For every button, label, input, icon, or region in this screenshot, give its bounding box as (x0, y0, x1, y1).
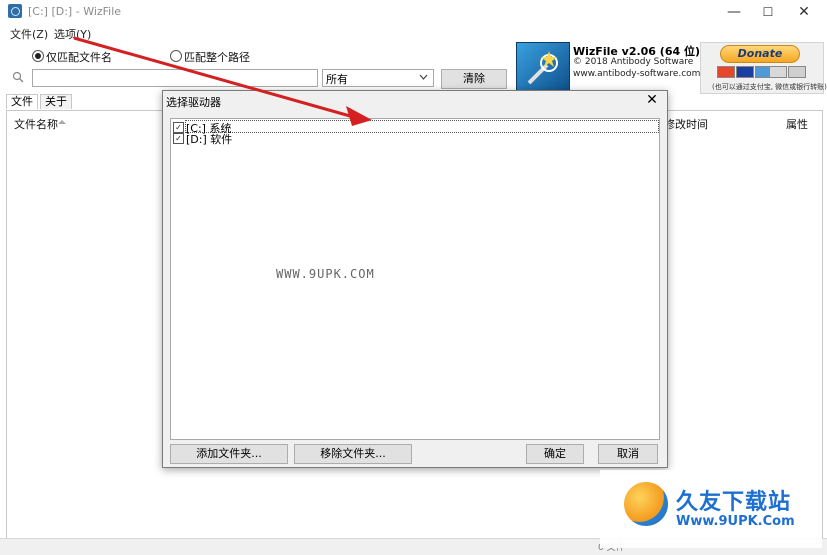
site-logo-url: Www.9UPK.Com (676, 514, 795, 529)
tab-files[interactable]: 文件 (6, 94, 38, 109)
visa-icon (736, 66, 754, 78)
ok-button[interactable]: 确定 (526, 444, 584, 464)
column-header-name[interactable]: 文件名称 (14, 116, 58, 132)
filter-select[interactable]: 所有 (322, 69, 434, 87)
filter-select-value: 所有 (326, 73, 348, 86)
column-header-attributes[interactable]: 属性 (786, 116, 808, 132)
donate-note: (也可以通过支付宝, 微信或银行转账) (712, 83, 827, 91)
remove-folder-button[interactable]: 移除文件夹... (294, 444, 412, 464)
clear-button[interactable]: 清除 (441, 69, 507, 89)
mastercard-icon (717, 66, 735, 78)
match-path-label: 匹配整个路径 (184, 51, 250, 64)
site-logo-text: 久友下载站 (676, 490, 792, 515)
add-folder-button[interactable]: 添加文件夹... (170, 444, 288, 464)
menu-bar (0, 24, 827, 42)
drive-c-checkbox[interactable]: ✓ (173, 122, 184, 133)
match-path-radio[interactable] (170, 50, 182, 62)
website-link[interactable]: www.antibody-software.com (573, 69, 700, 79)
search-icon (12, 71, 24, 83)
window-title: [C:] [D:] - WizFile (28, 5, 122, 18)
menu-file[interactable]: 文件(Z) (10, 26, 48, 42)
title-bar (0, 0, 827, 24)
wizfile-logo-icon (516, 42, 570, 94)
drive-d-checkbox[interactable]: ✓ (173, 133, 184, 144)
maximize-button[interactable]: ☐ (748, 0, 788, 24)
bank-icon (788, 66, 806, 78)
drive-c-focus (185, 120, 659, 133)
chevron-down-icon (419, 74, 428, 80)
sort-asc-icon (58, 120, 66, 124)
cancel-button[interactable]: 取消 (598, 444, 658, 464)
tab-about[interactable]: 关于 (40, 94, 72, 109)
match-filename-label: 仅匹配文件名 (46, 51, 112, 64)
app-icon (8, 4, 22, 18)
column-header-modified[interactable]: 修改时间 (664, 116, 708, 132)
tab-strip: 文件 关于 (6, 94, 166, 110)
drive-list[interactable] (170, 118, 660, 440)
match-filename-radio[interactable] (32, 50, 44, 62)
menu-options[interactable]: 选项(Y) (54, 26, 91, 42)
drive-d-label: [D:] 软件 (186, 133, 233, 146)
site-logo-icon (624, 482, 668, 526)
dialog-title: 选择驱动器 (166, 96, 221, 109)
close-button[interactable]: ✕ (784, 0, 824, 24)
copyright-text: © 2018 Antibody Software (573, 57, 694, 67)
search-input[interactable] (32, 69, 318, 87)
discover-icon (769, 66, 787, 78)
dialog-close-button[interactable]: ✕ (644, 92, 660, 108)
watermark-text: WWW.9UPK.COM (276, 267, 375, 281)
donate-button[interactable]: Donate (720, 45, 800, 63)
